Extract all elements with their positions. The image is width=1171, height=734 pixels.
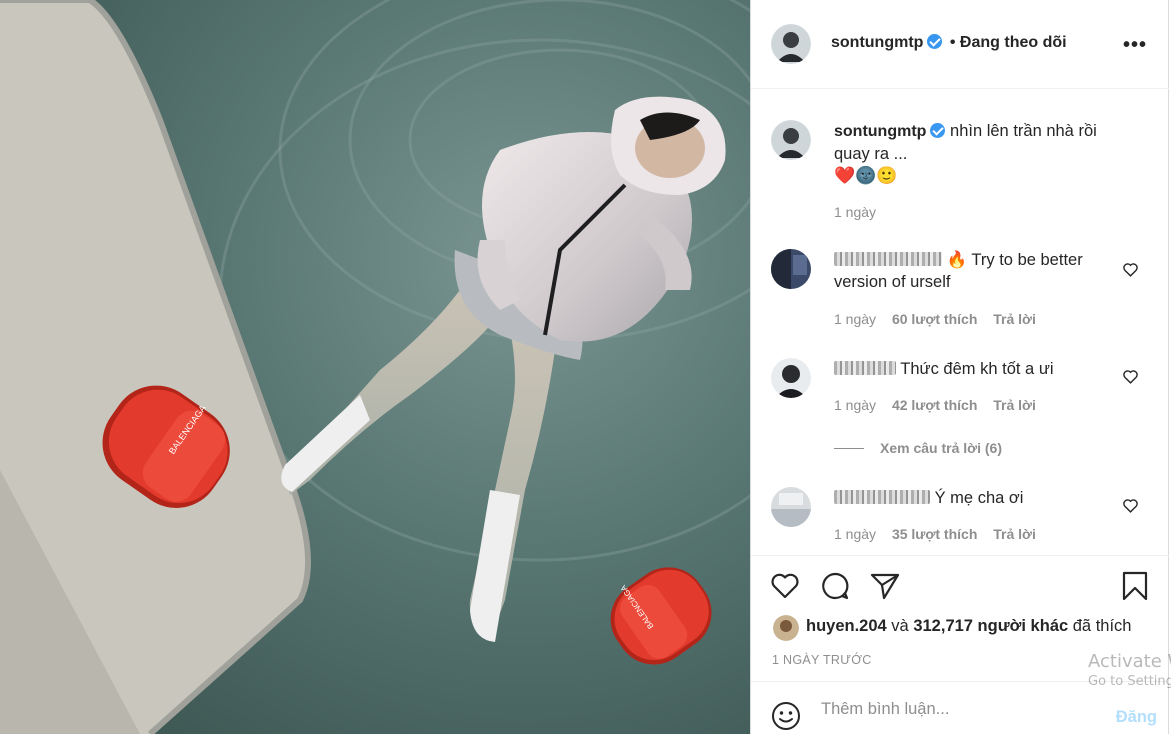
author-avatar[interactable] bbox=[771, 24, 811, 64]
caption-time[interactable]: 1 ngày bbox=[834, 204, 876, 220]
likes-summary: huyen.204 và 312,717 người khác đã thích bbox=[806, 617, 1131, 636]
add-comment-bar: Đăng bbox=[751, 681, 1169, 734]
verified-icon bbox=[930, 123, 946, 138]
post-photo[interactable]: BALENCIAGA BALENCIAGA bbox=[0, 0, 750, 734]
comment-likes[interactable]: 42 lượt thích bbox=[892, 397, 977, 413]
commenter-username-blurred[interactable] bbox=[834, 252, 942, 266]
comment-bubble-icon[interactable] bbox=[819, 570, 851, 602]
comment-likes[interactable]: 60 lượt thích bbox=[892, 311, 977, 327]
post-header: sontungmtp • Đang theo dõi ••• bbox=[751, 0, 1169, 89]
comment-time[interactable]: 1 ngày bbox=[834, 397, 876, 413]
commenter-avatar[interactable] bbox=[771, 487, 811, 527]
photo-illustration: BALENCIAGA BALENCIAGA bbox=[0, 0, 750, 734]
comment-text: Thức đêm kh tốt a ưi bbox=[900, 360, 1054, 378]
liker-username[interactable]: huyen.204 bbox=[806, 617, 887, 635]
caption-username[interactable]: sontungmtp bbox=[834, 123, 926, 140]
comment-time[interactable]: 1 ngày bbox=[834, 526, 876, 542]
view-replies-button[interactable]: Xem câu trả lời (6) bbox=[834, 440, 1002, 456]
post-actions: huyen.204 và 312,717 người khác đã thích… bbox=[751, 555, 1169, 681]
reply-button[interactable]: Trả lời bbox=[993, 526, 1036, 542]
comments-list[interactable]: sontungmtp nhìn lên trần nhà rồi quay ra… bbox=[751, 90, 1169, 555]
emoji-icon[interactable] bbox=[771, 701, 801, 731]
comment-time[interactable]: 1 ngày bbox=[834, 311, 876, 327]
commenter-avatar[interactable] bbox=[771, 358, 811, 398]
follow-status[interactable]: • Đang theo dõi bbox=[950, 34, 1067, 51]
likes-connector: và bbox=[886, 617, 914, 635]
reply-button[interactable]: Trả lời bbox=[993, 311, 1036, 327]
commenter-username-blurred[interactable] bbox=[834, 490, 930, 504]
verified-icon bbox=[927, 34, 943, 49]
like-heart-icon[interactable] bbox=[769, 570, 801, 602]
replies-divider bbox=[834, 448, 864, 449]
save-bookmark-icon[interactable] bbox=[1119, 570, 1151, 602]
caption-avatar[interactable] bbox=[771, 120, 811, 160]
commenter-username-blurred[interactable] bbox=[834, 361, 896, 375]
share-paper-plane-icon[interactable] bbox=[869, 570, 901, 602]
more-options-icon[interactable]: ••• bbox=[1123, 34, 1147, 57]
view-replies-label[interactable]: Xem câu trả lời (6) bbox=[880, 440, 1002, 456]
like-comment-heart-icon[interactable] bbox=[1122, 368, 1139, 385]
caption-emojis: ❤️🌚🙂 bbox=[834, 166, 898, 185]
like-comment-heart-icon[interactable] bbox=[1122, 261, 1139, 278]
comment-text: Ý mẹ cha ơi bbox=[934, 489, 1024, 507]
commenter-avatar[interactable] bbox=[771, 249, 811, 289]
like-comment-heart-icon[interactable] bbox=[1122, 497, 1139, 514]
author-username[interactable]: sontungmtp bbox=[831, 34, 923, 51]
post-panel: sontungmtp • Đang theo dõi ••• sontungmt… bbox=[750, 0, 1169, 734]
likes-suffix: đã thích bbox=[1068, 617, 1132, 635]
post-comment-button[interactable]: Đăng bbox=[1116, 708, 1157, 727]
reply-button[interactable]: Trả lời bbox=[993, 397, 1036, 413]
posted-time[interactable]: 1 NGÀY TRƯỚC bbox=[772, 653, 872, 667]
liker-avatar[interactable] bbox=[773, 615, 799, 641]
comment-likes[interactable]: 35 lượt thích bbox=[892, 526, 977, 542]
comment-input[interactable] bbox=[821, 696, 1091, 722]
likes-others[interactable]: 312,717 người khác bbox=[913, 617, 1068, 635]
